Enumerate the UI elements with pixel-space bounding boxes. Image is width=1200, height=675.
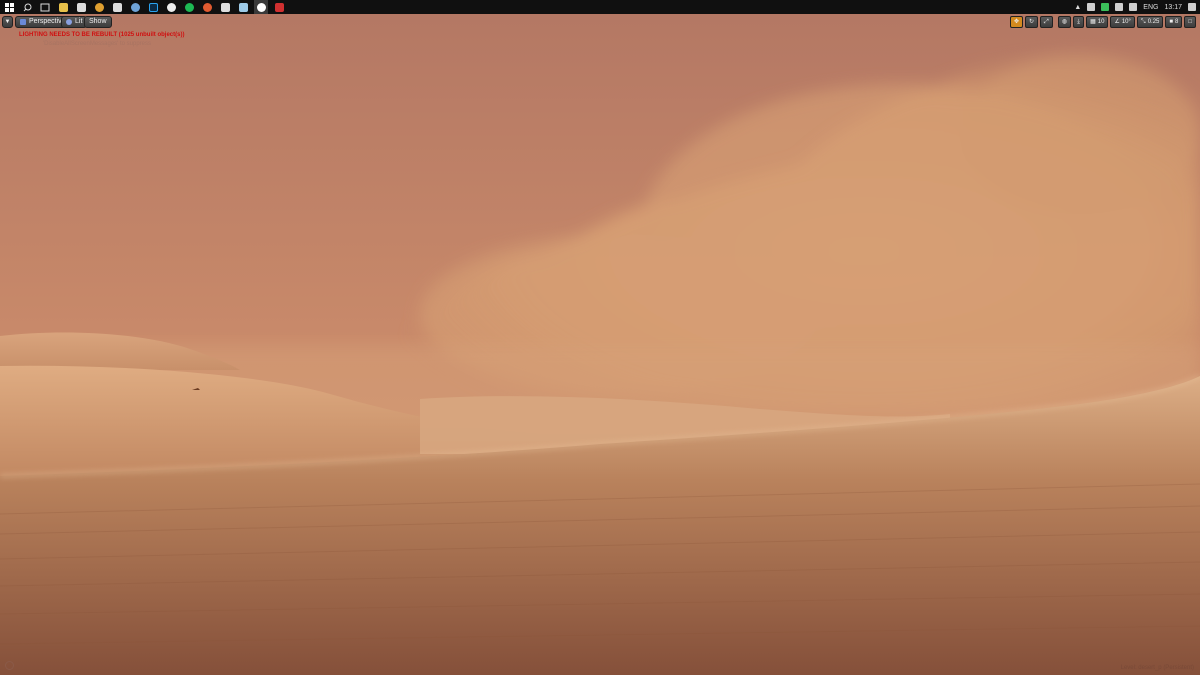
store-icon[interactable] [74, 0, 88, 14]
level-name: desert_p (Persistent) [1138, 665, 1194, 671]
transform-toolbar: ✥ ↻ ⤢ ◍ ⤓ ▦ 10 ∠ 10° ⤡ 0.25 ■ 8 □ [1009, 16, 1196, 28]
level-viewport[interactable]: ▼ Perspective Lit Show LIGHTING NEEDS TO… [0, 14, 1200, 675]
rotation-snap-value: 10° [1121, 19, 1131, 25]
taskbar: ▲ ENG 13:17 [0, 0, 1200, 14]
search-icon[interactable] [20, 0, 34, 14]
grid-icon: ▦ [1090, 19, 1096, 25]
red-app-icon[interactable] [272, 0, 286, 14]
rotation-snap-toggle[interactable]: ∠ 10° [1110, 16, 1135, 28]
show-button[interactable]: Show [84, 16, 112, 28]
network-icon[interactable] [1115, 3, 1124, 11]
lit-icon [66, 19, 72, 25]
system-tray: ▲ ENG 13:17 [1074, 0, 1196, 14]
rotate-tool-icon[interactable]: ↻ [1024, 16, 1039, 28]
viewport-options-button[interactable]: ▼ [2, 16, 13, 28]
windows-start-icon[interactable] [2, 0, 16, 14]
file-explorer-icon[interactable] [56, 0, 70, 14]
maximize-viewport-icon[interactable]: □ [1184, 16, 1196, 28]
grid-snap-value: 10 [1097, 19, 1105, 25]
camera-icon: ■ [1169, 19, 1174, 25]
language-indicator[interactable]: ENG [1143, 4, 1158, 11]
browser-icon[interactable] [128, 0, 142, 14]
scale-tool-icon[interactable]: ⤢ [1040, 16, 1053, 28]
scale-snap-toggle[interactable]: ⤡ 0.25 [1136, 16, 1164, 28]
scale-snap-value: 0.25 [1147, 19, 1160, 25]
task-view-icon[interactable] [38, 0, 52, 14]
scale-snap-icon: ⤡ [1140, 19, 1146, 25]
volume-icon[interactable] [1129, 3, 1138, 11]
show-label: Show [89, 18, 107, 25]
camera-speed-value: 8 [1175, 19, 1179, 25]
chevron-down-icon: ▼ [4, 19, 11, 25]
chevron-up-icon[interactable]: ▲ [1074, 4, 1081, 11]
unreal-engine-icon[interactable] [254, 0, 268, 14]
lighting-warning-hint: 'DisableAllScreenMessages' to suppress [43, 41, 152, 47]
app-icon[interactable] [110, 0, 124, 14]
lighting-warning: LIGHTING NEEDS TO BE REBUILT (1025 unbui… [19, 32, 185, 38]
angle-icon: ∠ [1114, 19, 1120, 25]
perspective-icon [20, 19, 26, 25]
notification-icon[interactable] [1188, 3, 1196, 11]
spotify-icon[interactable] [182, 0, 196, 14]
photoshop-icon[interactable] [146, 0, 160, 14]
surface-snap-icon[interactable]: ⤓ [1073, 16, 1085, 28]
translate-tool-icon[interactable]: ✥ [1009, 16, 1023, 28]
tray-app-icon[interactable] [1087, 3, 1096, 11]
help-icon[interactable] [5, 661, 14, 670]
grid-snap-toggle[interactable]: ▦ 10 [1086, 16, 1109, 28]
lit-label: Lit [75, 18, 83, 25]
level-label: Level: [1120, 665, 1137, 671]
notepad-icon[interactable] [218, 0, 232, 14]
tray-green-icon[interactable] [1101, 3, 1110, 11]
level-indicator: Level: desert_p (Persistent) [1121, 665, 1194, 671]
desert-scene [0, 14, 1200, 675]
world-local-icon[interactable]: ◍ [1057, 16, 1072, 28]
clock[interactable]: 13:17 [1164, 4, 1182, 11]
steam-icon[interactable] [236, 0, 250, 14]
camera-speed-button[interactable]: ■ 8 [1165, 16, 1183, 28]
app-icon-2[interactable] [200, 0, 214, 14]
app-circle-icon[interactable] [164, 0, 178, 14]
chrome-icon[interactable] [92, 0, 106, 14]
